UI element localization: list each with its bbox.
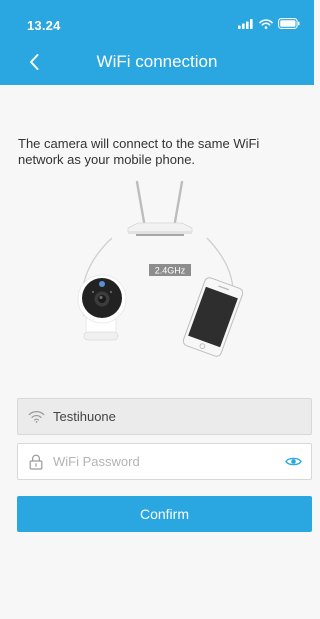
status-time: 13.24 xyxy=(27,18,61,33)
camera-icon xyxy=(77,274,127,341)
phone-icon xyxy=(182,277,244,357)
wifi-icon xyxy=(27,408,45,426)
lock-icon xyxy=(27,453,45,471)
confirm-button[interactable]: Confirm xyxy=(17,496,312,532)
band-label: 2.4GHz xyxy=(155,266,186,276)
signal-icon xyxy=(238,16,254,34)
app-header: 13.24 WiFi connection xyxy=(0,0,314,85)
status-icons xyxy=(238,16,300,34)
band-badge: 2.4GHz xyxy=(149,264,191,276)
password-input[interactable] xyxy=(53,446,283,477)
ssid-value: Testihuone xyxy=(53,409,116,424)
network-illustration: 2.4GHz xyxy=(77,180,244,357)
ssid-field[interactable]: Testihuone xyxy=(17,398,312,435)
router-icon xyxy=(127,180,193,236)
eye-icon[interactable] xyxy=(283,453,303,471)
battery-icon xyxy=(278,16,300,34)
status-bar: 13.24 xyxy=(0,0,314,44)
page-title: WiFi connection xyxy=(96,52,218,71)
wifi-status-icon xyxy=(259,16,273,34)
password-field[interactable] xyxy=(17,443,312,480)
nav-bar: WiFi connection xyxy=(0,44,314,85)
main-content: The camera will connect to the same WiFi… xyxy=(0,85,314,619)
connection-description: The camera will connect to the same WiFi… xyxy=(18,136,260,167)
